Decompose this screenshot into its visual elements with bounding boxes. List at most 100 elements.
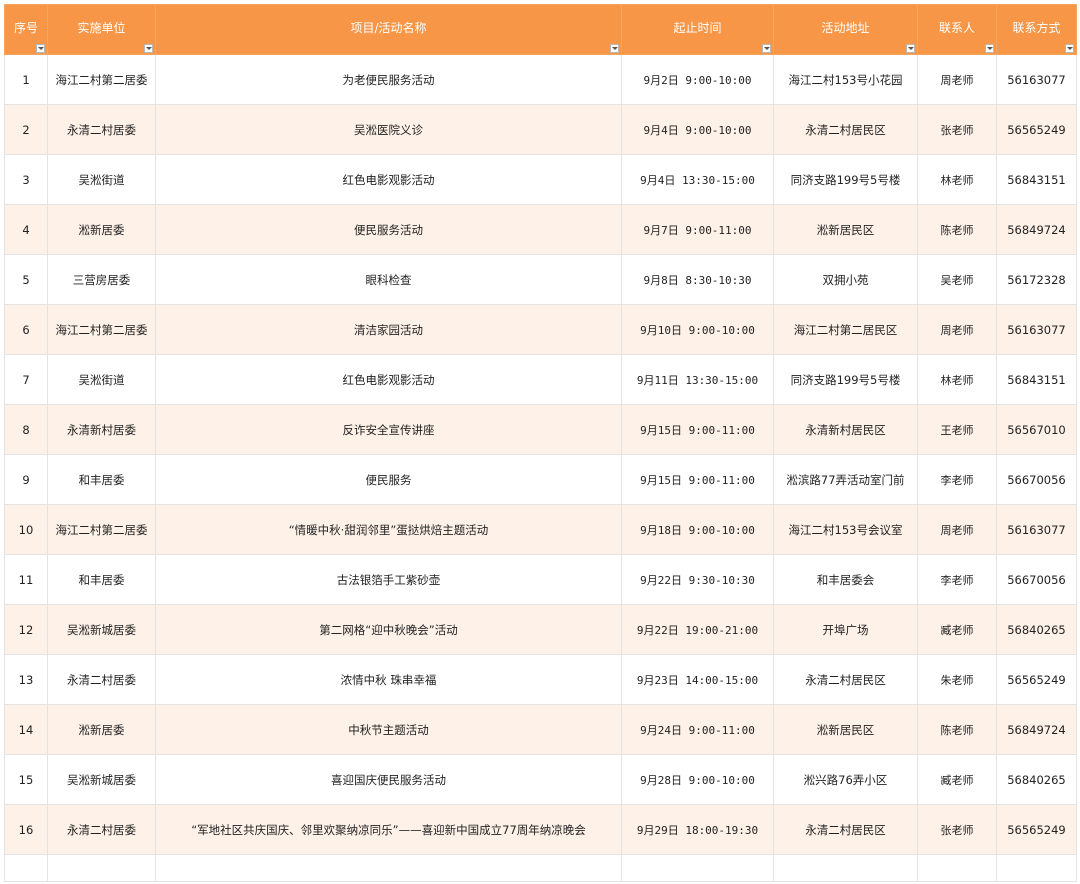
column-header-unit[interactable]: 实施单位 — [47, 4, 156, 55]
column-header-no[interactable]: 序号 — [4, 4, 48, 55]
cell-place[interactable]: 同济支路199号5号楼 — [773, 154, 918, 205]
cell-phone[interactable]: 56843151 — [996, 154, 1077, 205]
cell-time[interactable]: 9月2日 9:00-10:00 — [621, 54, 774, 105]
cell-phone[interactable]: 56843151 — [996, 354, 1077, 405]
cell-unit[interactable]: 和丰居委 — [47, 554, 156, 605]
table-row[interactable]: 15 吴淞新城居委 喜迎国庆便民服务活动 9月28日 9:00-10:00 淞兴路76弄… — [4, 754, 1077, 805]
empty-cell[interactable] — [996, 854, 1077, 882]
cell-contact[interactable]: 张老师 — [917, 804, 997, 855]
cell-activity-name[interactable]: 眼科检查 — [155, 254, 622, 305]
cell-no[interactable]: 2 — [4, 104, 48, 155]
cell-no[interactable]: 16 — [4, 804, 48, 855]
cell-phone[interactable]: 56565249 — [996, 804, 1077, 855]
cell-time[interactable]: 9月15日 9:00-11:00 — [621, 454, 774, 505]
cell-no[interactable]: 4 — [4, 204, 48, 255]
cell-no[interactable]: 9 — [4, 454, 48, 505]
cell-time[interactable]: 9月4日 9:00-10:00 — [621, 104, 774, 155]
cell-place[interactable]: 永清二村居民区 — [773, 654, 918, 705]
cell-contact[interactable]: 张老师 — [917, 104, 997, 155]
cell-contact[interactable]: 周老师 — [917, 54, 997, 105]
cell-place[interactable]: 淞滨路77弄活动室门前 — [773, 454, 918, 505]
cell-activity-name[interactable]: 吴淞医院义诊 — [155, 104, 622, 155]
table-row[interactable]: 7 吴淞街道 红色电影观影活动 9月11日 13:30-15:00 同济支路199号5号… — [4, 354, 1077, 405]
cell-no[interactable]: 12 — [4, 604, 48, 655]
cell-contact[interactable]: 周老师 — [917, 304, 997, 355]
cell-no[interactable]: 10 — [4, 504, 48, 555]
cell-place[interactable]: 淞新居民区 — [773, 204, 918, 255]
cell-activity-name[interactable]: 浓情中秋 珠串幸福 — [155, 654, 622, 705]
empty-cell[interactable] — [917, 854, 997, 882]
cell-no[interactable]: 6 — [4, 304, 48, 355]
table-row[interactable]: 16 永清二村居委 “军地社区共庆国庆、邻里欢聚纳凉同乐”——喜迎新中国成立77周年… — [4, 804, 1077, 855]
cell-activity-name[interactable]: 便民服务活动 — [155, 204, 622, 255]
dropdown-filter-icon[interactable] — [144, 44, 153, 53]
cell-activity-name[interactable]: “情暖中秋·甜润邻里”蛋挞烘焙主题活动 — [155, 504, 622, 555]
cell-activity-name[interactable]: 反诈安全宣传讲座 — [155, 404, 622, 455]
cell-contact[interactable]: 陈老师 — [917, 204, 997, 255]
cell-no[interactable]: 14 — [4, 704, 48, 755]
cell-unit[interactable]: 吴淞街道 — [47, 154, 156, 205]
cell-unit[interactable]: 吴淞街道 — [47, 354, 156, 405]
dropdown-filter-icon[interactable] — [906, 44, 915, 53]
dropdown-filter-icon[interactable] — [762, 44, 771, 53]
cell-place[interactable]: 海江二村第二居民区 — [773, 304, 918, 355]
cell-place[interactable]: 海江二村153号会议室 — [773, 504, 918, 555]
cell-phone[interactable]: 56163077 — [996, 54, 1077, 105]
cell-no[interactable]: 11 — [4, 554, 48, 605]
cell-time[interactable]: 9月24日 9:00-11:00 — [621, 704, 774, 755]
cell-unit[interactable]: 淞新居委 — [47, 704, 156, 755]
cell-phone[interactable]: 56670056 — [996, 454, 1077, 505]
cell-time[interactable]: 9月29日 18:00-19:30 — [621, 804, 774, 855]
cell-activity-name[interactable]: 红色电影观影活动 — [155, 154, 622, 205]
column-header-phone[interactable]: 联系方式 — [996, 4, 1077, 55]
cell-no[interactable]: 15 — [4, 754, 48, 805]
cell-contact[interactable]: 王老师 — [917, 404, 997, 455]
column-header-place[interactable]: 活动地址 — [773, 4, 918, 55]
table-row[interactable]: 9 和丰居委 便民服务 9月15日 9:00-11:00 淞滨路77弄活动室门前 李老师 5… — [4, 454, 1077, 505]
cell-activity-name[interactable]: 喜迎国庆便民服务活动 — [155, 754, 622, 805]
cell-contact[interactable]: 林老师 — [917, 354, 997, 405]
cell-time[interactable]: 9月15日 9:00-11:00 — [621, 404, 774, 455]
cell-time[interactable]: 9月22日 19:00-21:00 — [621, 604, 774, 655]
table-row[interactable]: 8 永清新村居委 反诈安全宣传讲座 9月15日 9:00-11:00 永清新村居民区 王老… — [4, 404, 1077, 455]
cell-unit[interactable]: 三营房居委 — [47, 254, 156, 305]
column-header-name[interactable]: 项目/活动名称 — [155, 4, 622, 55]
cell-contact[interactable]: 李老师 — [917, 454, 997, 505]
dropdown-filter-icon[interactable] — [985, 44, 994, 53]
table-row[interactable]: 5 三营房居委 眼科检查 9月8日 8:30-10:30 双拥小苑 吴老师 56172328 — [4, 254, 1077, 305]
cell-time[interactable]: 9月18日 9:00-10:00 — [621, 504, 774, 555]
cell-time[interactable]: 9月11日 13:30-15:00 — [621, 354, 774, 405]
cell-time[interactable]: 9月28日 9:00-10:00 — [621, 754, 774, 805]
cell-no[interactable]: 7 — [4, 354, 48, 405]
cell-activity-name[interactable]: “军地社区共庆国庆、邻里欢聚纳凉同乐”——喜迎新中国成立77周年纳凉晚会 — [155, 804, 622, 855]
cell-no[interactable]: 1 — [4, 54, 48, 105]
cell-contact[interactable]: 臧老师 — [917, 604, 997, 655]
cell-activity-name[interactable]: 清洁家园活动 — [155, 304, 622, 355]
cell-phone[interactable]: 56670056 — [996, 554, 1077, 605]
cell-contact[interactable]: 臧老师 — [917, 754, 997, 805]
cell-contact[interactable]: 朱老师 — [917, 654, 997, 705]
cell-unit[interactable]: 永清二村居委 — [47, 104, 156, 155]
table-row[interactable]: 2 永清二村居委 吴淞医院义诊 9月4日 9:00-10:00 永清二村居民区 张老师 56… — [4, 104, 1077, 155]
cell-place[interactable]: 开埠广场 — [773, 604, 918, 655]
cell-place[interactable]: 和丰居委会 — [773, 554, 918, 605]
cell-no[interactable]: 3 — [4, 154, 48, 205]
cell-unit[interactable]: 永清二村居委 — [47, 804, 156, 855]
cell-time[interactable]: 9月8日 8:30-10:30 — [621, 254, 774, 305]
cell-time[interactable]: 9月7日 9:00-11:00 — [621, 204, 774, 255]
cell-unit[interactable]: 永清新村居委 — [47, 404, 156, 455]
table-row[interactable]: 3 吴淞街道 红色电影观影活动 9月4日 13:30-15:00 同济支路199号5号楼… — [4, 154, 1077, 205]
cell-unit[interactable]: 永清二村居委 — [47, 654, 156, 705]
column-header-contact[interactable]: 联系人 — [917, 4, 997, 55]
empty-cell[interactable] — [4, 854, 48, 882]
table-row[interactable]: 14 淞新居委 中秋节主题活动 9月24日 9:00-11:00 淞新居民区 陈老师 568… — [4, 704, 1077, 755]
cell-activity-name[interactable]: 中秋节主题活动 — [155, 704, 622, 755]
cell-place[interactable]: 双拥小苑 — [773, 254, 918, 305]
cell-unit[interactable]: 吴淞新城居委 — [47, 604, 156, 655]
cell-phone[interactable]: 56172328 — [996, 254, 1077, 305]
cell-unit[interactable]: 和丰居委 — [47, 454, 156, 505]
cell-unit[interactable]: 淞新居委 — [47, 204, 156, 255]
cell-unit[interactable]: 海江二村第二居委 — [47, 54, 156, 105]
table-row[interactable]: 4 淞新居委 便民服务活动 9月7日 9:00-11:00 淞新居民区 陈老师 568497… — [4, 204, 1077, 255]
empty-cell[interactable] — [621, 854, 774, 882]
